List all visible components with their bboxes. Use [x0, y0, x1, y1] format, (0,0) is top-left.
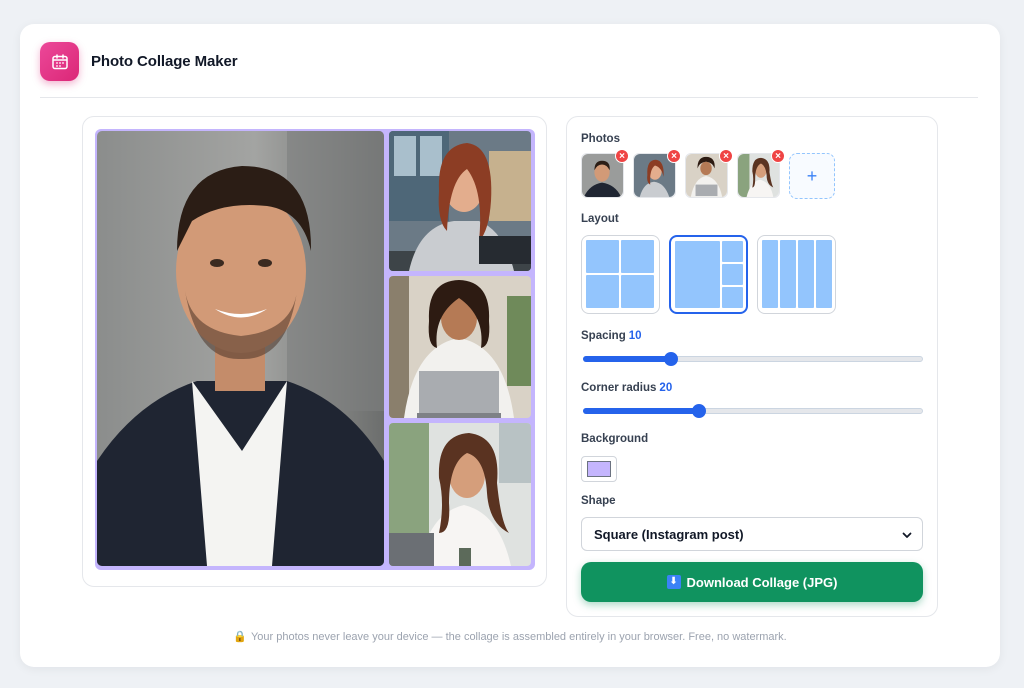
- spacing-label-text: Spacing: [581, 330, 626, 342]
- layout-label: Layout: [581, 213, 619, 225]
- remove-photo-icon[interactable]: ×: [667, 149, 681, 163]
- background-color-swatch: [587, 461, 611, 477]
- collage-tile-main-photo[interactable]: [97, 131, 384, 566]
- background-label: Background: [581, 433, 649, 445]
- collage-canvas: [95, 129, 535, 570]
- app-card: Photo Collage Maker Photos × × × × + Lay…: [20, 24, 1000, 667]
- photo-thumbnail[interactable]: ×: [737, 149, 785, 198]
- layout-option-grid-2x2[interactable]: [581, 235, 660, 314]
- download-collage-button[interactable]: ⬇ Download Collage (JPG): [581, 562, 923, 602]
- controls-panel: Photos × × × × + Layout Spacing 10 Corne…: [566, 116, 938, 617]
- collage-tile-photo-3[interactable]: [389, 276, 531, 418]
- corner-radius-label-text: Corner radius: [581, 382, 657, 394]
- spacing-label: Spacing 10: [581, 330, 642, 342]
- remove-photo-icon[interactable]: ×: [771, 149, 785, 163]
- layout-options: [581, 235, 836, 314]
- privacy-note: 🔒 Your photos never leave your device — t…: [20, 630, 1000, 643]
- lock-icon: 🔒: [233, 631, 247, 643]
- spacing-slider[interactable]: [583, 351, 923, 367]
- shape-select[interactable]: Square (Instagram post): [581, 517, 923, 551]
- shape-select-value: Square (Instagram post): [594, 526, 744, 542]
- photo-thumbnails: × × × × +: [581, 149, 835, 199]
- shape-label: Shape: [581, 495, 616, 507]
- corner-radius-label: Corner radius 20: [581, 382, 672, 394]
- corner-radius-slider-handle[interactable]: [692, 404, 706, 418]
- calendar-icon: [40, 42, 79, 81]
- photo-thumbnail[interactable]: ×: [633, 149, 681, 198]
- remove-photo-icon[interactable]: ×: [615, 149, 629, 163]
- privacy-note-text: Your photos never leave your device — th…: [250, 631, 787, 643]
- chevron-down-icon: [902, 528, 912, 543]
- layout-option-four-columns[interactable]: [757, 235, 836, 314]
- photo-thumbnail[interactable]: ×: [581, 149, 629, 198]
- collage-tile-photo-2[interactable]: [389, 131, 531, 271]
- spacing-slider-handle[interactable]: [664, 352, 678, 366]
- corner-radius-value: 20: [659, 382, 673, 394]
- background-color-picker[interactable]: [581, 456, 617, 482]
- photos-label: Photos: [581, 133, 620, 145]
- download-icon: ⬇: [666, 575, 681, 589]
- app-header: Photo Collage Maker: [40, 42, 978, 98]
- collage-tile-photo-4[interactable]: [389, 423, 531, 566]
- download-button-label: Download Collage (JPG): [686, 574, 838, 590]
- collage-preview-panel: [82, 116, 547, 587]
- layout-option-one-plus-three[interactable]: [669, 235, 748, 314]
- add-photo-button[interactable]: +: [789, 153, 835, 199]
- remove-photo-icon[interactable]: ×: [719, 149, 733, 163]
- app-title: Photo Collage Maker: [91, 53, 238, 70]
- photo-thumbnail[interactable]: ×: [685, 149, 733, 198]
- corner-radius-slider[interactable]: [583, 403, 923, 419]
- spacing-value: 10: [628, 330, 642, 342]
